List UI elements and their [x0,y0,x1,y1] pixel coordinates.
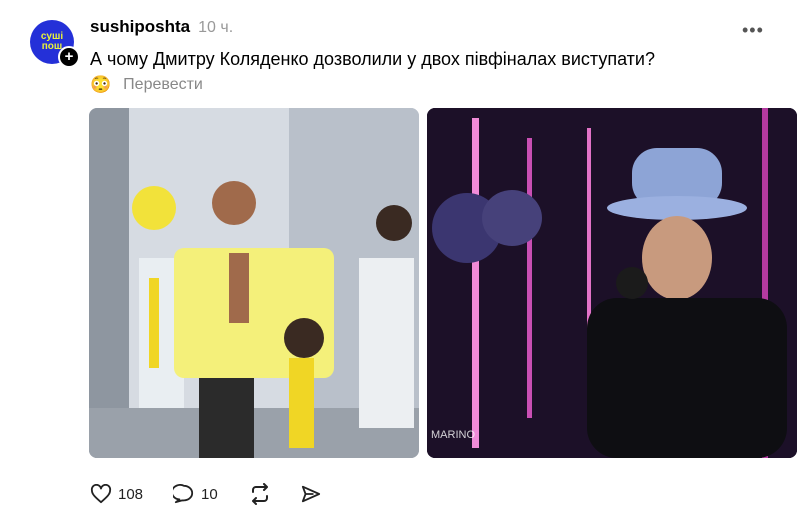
username[interactable]: sushiposhta [90,17,190,37]
post-time[interactable]: 10 ч. [198,19,233,37]
translate-row[interactable]: 😳 Перевести [90,75,203,95]
svg-text:MARINO: MARINO [431,429,475,441]
flushed-face-icon: 😳 [90,75,112,94]
like-count: 108 [118,485,144,503]
repost-icon [251,483,268,505]
share-button[interactable] [300,484,322,504]
post-image-2-graphic: MARINO [427,108,797,458]
like-button[interactable]: 108 [90,484,143,504]
repost-button[interactable] [248,483,272,505]
translate-link[interactable]: Перевести [123,76,203,94]
follow-plus-icon[interactable]: + [58,46,80,68]
action-bar: 108 10 [90,483,322,505]
heart-icon [90,484,112,504]
avatar[interactable]: суші пош + [30,20,80,68]
post-header: sushiposhta 10 ч. [90,17,233,37]
send-icon [301,485,320,503]
more-options-icon[interactable]: ••• [742,20,764,41]
comment-count: 10 [201,485,218,503]
comment-bubble-icon [173,484,194,504]
post-image-1[interactable] [89,108,419,458]
post-text: А чому Дмитру Коляденко дозволили у двох… [90,49,655,69]
comment-button[interactable]: 10 [173,484,218,504]
post-image-1-graphic [89,108,419,458]
post-image-2[interactable]: MARINO [427,108,797,458]
